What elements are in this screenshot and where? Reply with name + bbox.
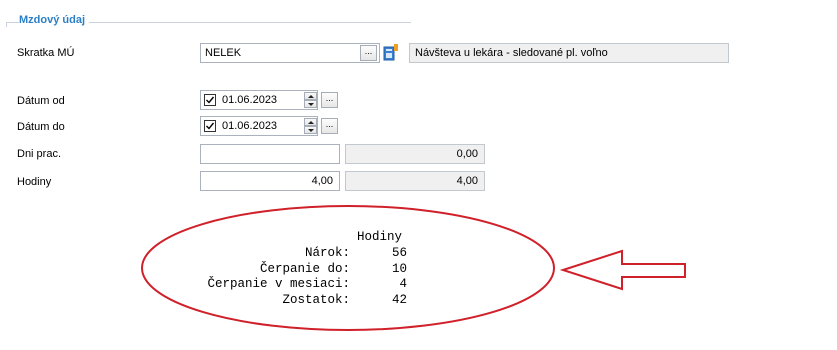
- summary-label-narok: Nárok:: [304, 246, 350, 260]
- summary-value-narok: 56: [391, 246, 407, 260]
- annotation-overlay: [141, 205, 686, 331]
- summary-label-cerpanie-v-mesiaci: Čerpanie v mesiaci:: [207, 277, 350, 291]
- summary-value-zostatok: 42: [391, 293, 407, 307]
- summary-label-zostatok: Zostatok:: [282, 293, 350, 307]
- summary-value-cerpanie-v-mesiaci: 4: [399, 277, 407, 291]
- annotation-arrow: [559, 249, 686, 291]
- summary-label-cerpanie-do: Čerpanie do:: [259, 262, 350, 276]
- summary-value-cerpanie-do: 10: [391, 262, 407, 276]
- summary-header: Hodiny: [357, 230, 403, 244]
